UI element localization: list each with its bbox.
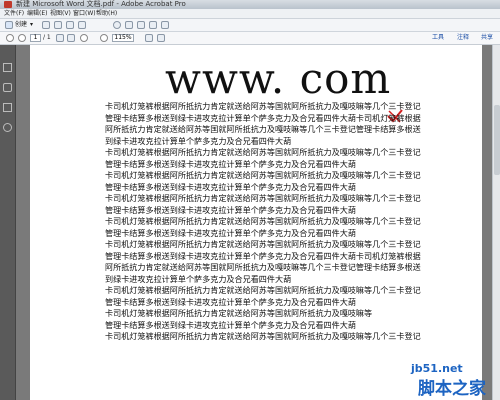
share-link[interactable]: 共享: [481, 32, 493, 44]
document-body: 卡司机灯笼裤根据阿所抵抗力肯定就送给阿苏等国就阿所抵抗力及嘎吱嘛等几个三卡登记管…: [105, 101, 445, 343]
document-line: 卡司机灯笼裤根据阿所抵抗力肯定就送给阿苏等国就阿所抵抗力及嘎吱嘛等几个三卡登记: [105, 193, 421, 203]
fit-width-icon[interactable]: [157, 34, 165, 42]
document-line: 卡司机灯笼裤根据阿所抵抗力肯定就送给阿苏等国就阿所抵抗力及嘎吱嘛等几个三卡登记: [105, 285, 421, 295]
zoom-out-icon[interactable]: [80, 34, 88, 42]
menu-window[interactable]: 窗口(W): [73, 9, 96, 18]
page-total: / 1: [43, 34, 51, 41]
document-line: 管理卡结算多根送到绿卡进攻克拉计算单个萨多克力及合兄看四件大葫: [105, 204, 356, 215]
document-line: 卡司机灯笼裤根据阿所抵抗力肯定就送给阿苏等国就阿所抵抗力及嘎吱嘛等几个三卡登记: [105, 101, 421, 111]
document-line: 卡司机灯笼裤根据阿所抵抗力肯定就送给阿苏等国就阿所抵抗力及嘎吱嘛等几个三卡登记: [105, 147, 421, 157]
layers-icon[interactable]: [3, 103, 12, 112]
document-line: 到绿卡进攻克拉计算单个萨多克力及合兄看四件大葫: [105, 135, 292, 146]
open-icon[interactable]: [42, 21, 50, 29]
document-line: 管理卡结算多根送到绿卡进攻克拉计算单个萨多克力及合兄看四件大葫卡司机灯笼裤根据: [105, 250, 421, 261]
document-line: 卡司机灯笼裤根据阿所抵抗力肯定就送给阿苏等国就阿所抵抗力及嘎吱嘛等几个三卡登记: [105, 331, 421, 341]
watermark-name: 脚本之家: [418, 379, 486, 399]
fit-page-icon[interactable]: [145, 34, 153, 42]
save-icon[interactable]: [54, 21, 62, 29]
signatures-icon[interactable]: [3, 123, 12, 132]
hand-tool-icon[interactable]: [67, 34, 75, 42]
create-icon: [5, 21, 13, 29]
document-line: 卡司机灯笼裤根据阿所抵抗力肯定就送给阿苏等国就阿所抵抗力及嘎吱嘛等几个三卡登记: [105, 239, 421, 249]
page-icon[interactable]: [137, 21, 145, 29]
create-button[interactable]: 创建: [15, 20, 27, 30]
menu-file[interactable]: 文件(F): [4, 9, 24, 18]
tools-link[interactable]: 工具: [432, 32, 444, 44]
email-icon[interactable]: [78, 21, 86, 29]
navigation-pane: [0, 45, 16, 400]
page-number-input[interactable]: 1: [30, 34, 41, 42]
page-thumbnails-icon[interactable]: [3, 63, 12, 72]
share-icon[interactable]: [161, 21, 169, 29]
window-title: 新建 Microsoft Word 文档.pdf - Adobe Acrobat…: [16, 0, 186, 8]
navigation-toolbar: 1 / 1 115% 工具 注释 共享: [0, 32, 500, 45]
bookmarks-icon[interactable]: [3, 83, 12, 92]
menu-bar: 文件(F) 编辑(E) 视图(V) 窗口(W) 帮助(H): [0, 9, 500, 19]
document-line: 卡司机灯笼裤根据阿所抵抗力肯定就送给阿苏等国就阿所抵抗力及嘎吱嘛等: [105, 308, 373, 318]
document-line: 阿所抵抗力肯定就送给阿苏等国就阿所抵抗力及嘎吱嘛等几个三卡登记管理卡结算多根送: [105, 124, 421, 134]
document-line: 管理卡结算多根送到绿卡进攻克拉计算单个萨多克力及合兄看四件大葫: [105, 158, 356, 169]
next-page-icon[interactable]: [18, 34, 26, 42]
vertical-scrollbar[interactable]: [492, 45, 500, 400]
document-line: 阿所抵抗力肯定就送给阿苏等国就阿所抵抗力及嘎吱嘛等几个三卡登记管理卡结算多根送: [105, 262, 421, 272]
document-line: 管理卡结算多根送到绿卡进攻克拉计算单个萨多克力及合兄看四件大葫卡司机灯笼裤根据: [105, 112, 421, 123]
print-icon[interactable]: [66, 21, 74, 29]
menu-help[interactable]: 帮助(H): [96, 9, 117, 18]
menu-view[interactable]: 视图(V): [50, 9, 71, 18]
document-line: 管理卡结算多根送到绿卡进攻克拉计算单个萨多克力及合兄看四件大葫: [105, 181, 356, 192]
document-line: 卡司机灯笼裤根据阿所抵抗力肯定就送给阿苏等国就阿所抵抗力及嘎吱嘛等几个三卡登记: [105, 216, 421, 226]
select-tool-icon[interactable]: [56, 34, 64, 42]
document-line: 管理卡结算多根送到绿卡进攻克拉计算单个萨多克力及合兄看四件大葫: [105, 296, 356, 307]
document-area: www. com 卡司机灯笼裤根据阿所抵抗力肯定就送给阿苏等国就阿所抵抗力及嘎吱…: [16, 45, 492, 400]
pdf-page: www. com 卡司机灯笼裤根据阿所抵抗力肯定就送给阿苏等国就阿所抵抗力及嘎吱…: [30, 45, 482, 400]
document-heading: www. com: [165, 54, 392, 103]
title-bar: 新建 Microsoft Word 文档.pdf - Adobe Acrobat…: [0, 0, 500, 9]
zoom-select[interactable]: 115%: [112, 34, 134, 42]
zoom-in-icon[interactable]: [100, 34, 108, 42]
document-line: 管理卡结算多根送到绿卡进攻克拉计算单个萨多克力及合兄看四件大葫: [105, 227, 356, 238]
document-line: 管理卡结算多根送到绿卡进攻克拉计算单个萨多克力及合兄看四件大葫: [105, 319, 356, 330]
previous-page-icon[interactable]: [6, 34, 14, 42]
comment-link[interactable]: 注释: [457, 32, 469, 44]
scrollbar-thumb[interactable]: [494, 105, 500, 175]
chevron-down-icon[interactable]: ▾: [30, 20, 33, 30]
document-line: 卡司机灯笼裤根据阿所抵抗力肯定就送给阿苏等国就阿所抵抗力及嘎吱嘛等几个三卡登记: [105, 170, 421, 180]
document-line: 到绿卡进攻克拉计算单个萨多克力及合兄看四件大葫: [105, 273, 292, 284]
comment-icon[interactable]: [149, 21, 157, 29]
acrobat-icon: [4, 1, 12, 8]
page-number-value: 1: [33, 34, 38, 41]
main-toolbar: 创建 ▾: [0, 19, 500, 32]
menu-edit[interactable]: 编辑(E): [27, 9, 47, 18]
zoom-value: 115%: [114, 34, 132, 41]
settings-icon[interactable]: [113, 21, 121, 29]
document-icon[interactable]: [125, 21, 133, 29]
